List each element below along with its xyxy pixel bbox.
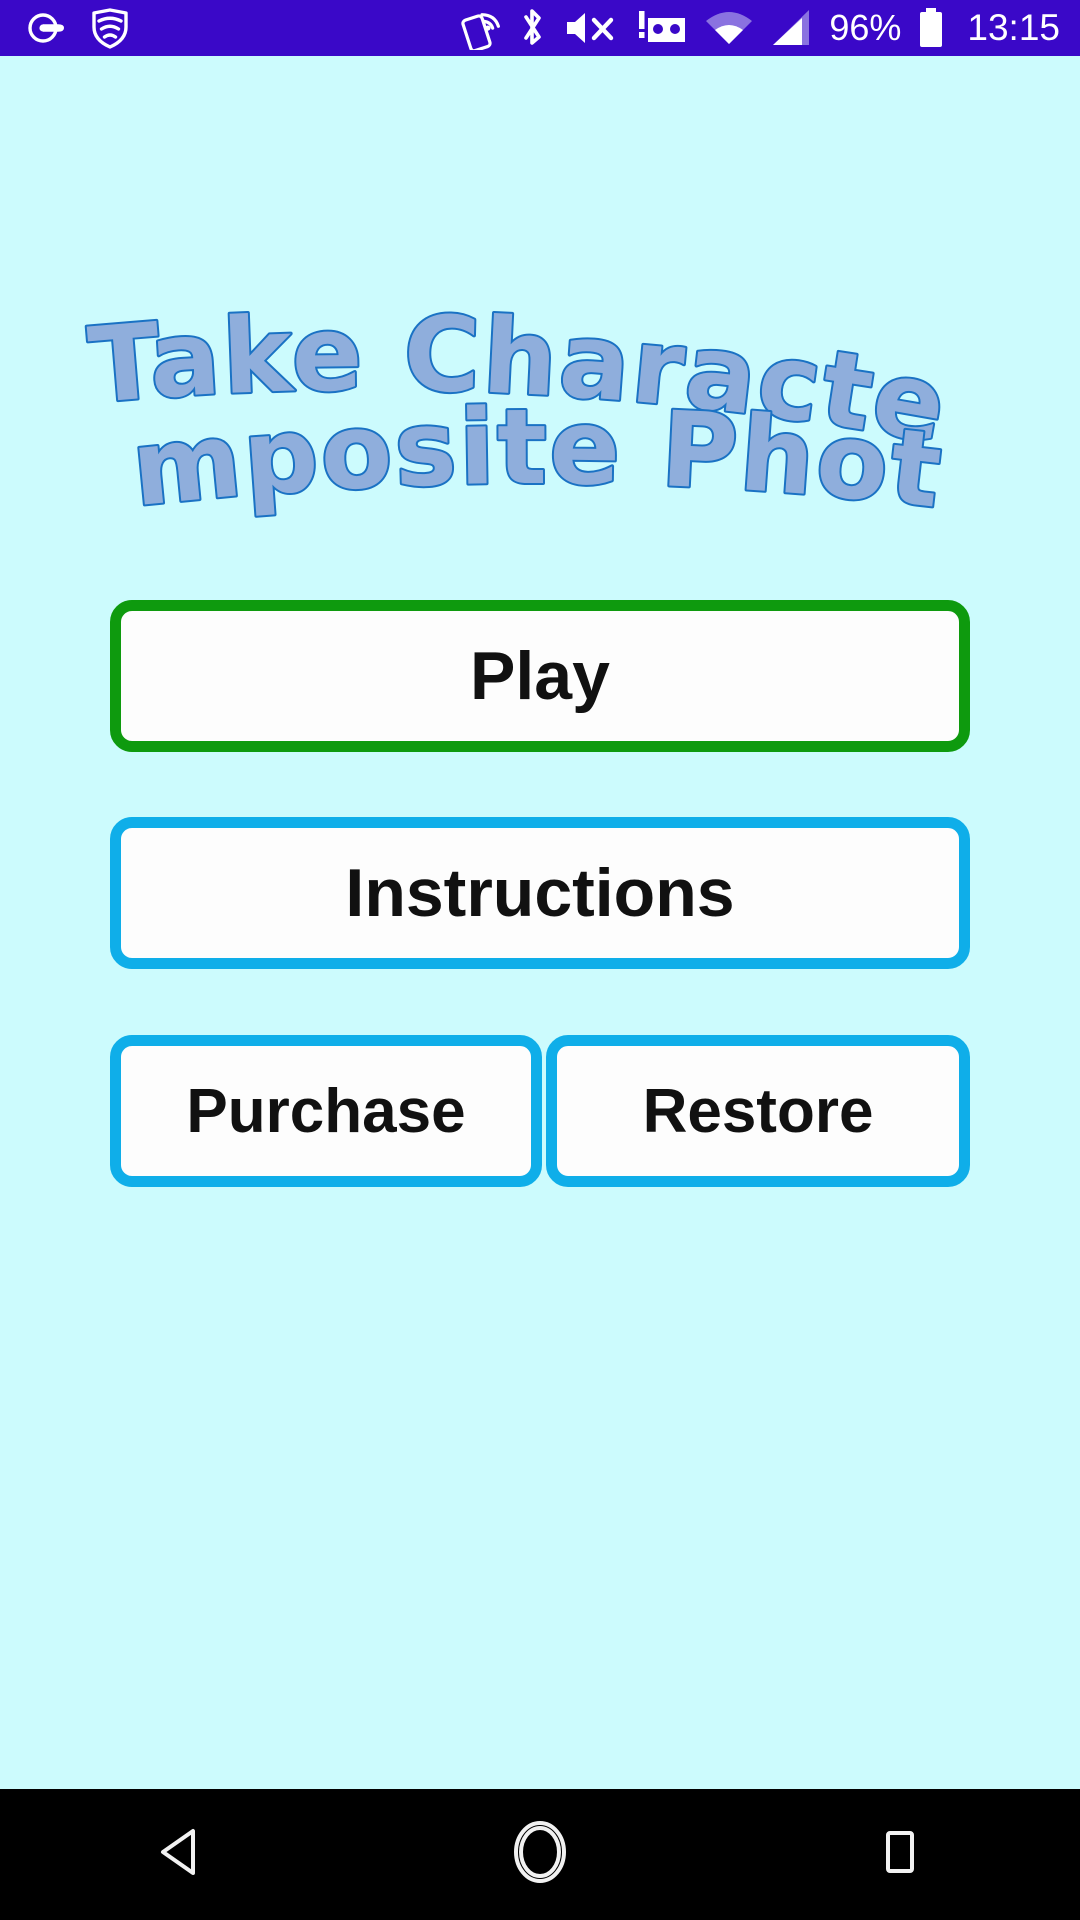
volume-mute-icon: [563, 7, 621, 49]
recents-button[interactable]: [720, 1789, 1080, 1920]
vpn-shield-icon: [90, 7, 130, 49]
status-bar-right-icons: 96% 13:15: [459, 0, 1060, 56]
status-bar-clock: 13:15: [967, 7, 1060, 48]
app-screen: 96% 13:15 Take Character: [0, 0, 1080, 1920]
home-button[interactable]: [360, 1789, 720, 1920]
app-title-artwork: Take Character Composite Photos: [0, 111, 1080, 534]
screencast-alert-icon: [637, 6, 689, 50]
instructions-button[interactable]: Instructions: [110, 817, 970, 969]
call-forward-icon: [28, 8, 68, 48]
status-bar-left-icons: [28, 7, 130, 49]
status-bar: 96% 13:15: [0, 0, 1080, 56]
wifi-icon: [705, 8, 753, 48]
battery-full-icon: [917, 6, 945, 50]
battery-percent-label: 96%: [829, 7, 902, 48]
play-button[interactable]: Play: [110, 600, 970, 752]
system-navigation-bar: [0, 1789, 1080, 1920]
restore-button[interactable]: Restore: [546, 1035, 970, 1187]
bluetooth-icon: [517, 6, 547, 50]
circle-icon: [505, 1817, 575, 1892]
square-icon: [869, 1821, 931, 1888]
cell-signal-icon: [769, 8, 813, 48]
back-button[interactable]: [0, 1789, 360, 1920]
purchase-button[interactable]: Purchase: [110, 1035, 542, 1187]
triangle-left-icon: [149, 1821, 211, 1888]
nfc-icon: [459, 6, 501, 53]
